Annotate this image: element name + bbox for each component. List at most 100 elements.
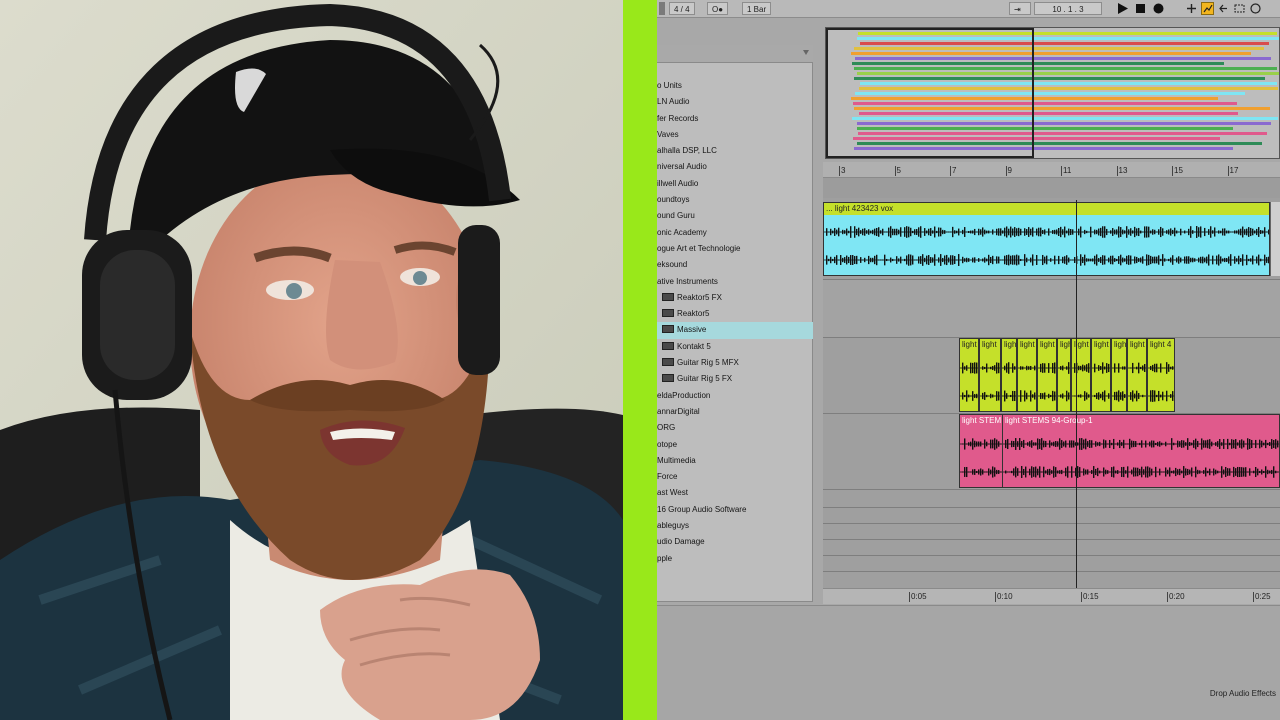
audio-clip-lime[interactable]: light — [1127, 338, 1147, 412]
browser-item[interactable]: niversal Audio — [657, 159, 813, 175]
browser-item-label: Kontakt 5 — [677, 341, 711, 351]
browser-item[interactable]: Force — [657, 469, 813, 485]
browser-item[interactable]: illwell Audio — [657, 176, 813, 192]
audio-clip-lime[interactable]: light — [1091, 338, 1111, 412]
audio-clip-lime[interactable]: light — [1057, 338, 1071, 412]
audio-clip-lime[interactable]: light — [959, 338, 979, 412]
waveform-sample — [1206, 256, 1208, 264]
waveform-sample — [1150, 230, 1152, 234]
browser-item[interactable]: Reaktor5 FX — [657, 290, 813, 306]
browser-item[interactable]: Vaves — [657, 127, 813, 143]
waveform-sample — [1069, 440, 1071, 448]
waveform-sample — [962, 471, 964, 473]
browser-item[interactable]: ative Instruments — [657, 274, 813, 290]
browser-item[interactable]: fer Records — [657, 111, 813, 127]
waveform-sample — [878, 259, 880, 261]
overdub-icon[interactable] — [1185, 2, 1198, 15]
clip-scrollbar[interactable] — [1270, 202, 1280, 276]
browser-item[interactable]: ound Guru — [657, 208, 813, 224]
back-to-arrangement-icon[interactable] — [1217, 2, 1230, 15]
waveform-sample — [1145, 440, 1147, 448]
browser-item[interactable]: ableguys — [657, 518, 813, 534]
device-view[interactable]: Drop Audio Effects — [657, 605, 1280, 720]
audio-clip-lime[interactable]: light 4 — [1147, 338, 1175, 412]
arrangement-position-icon[interactable]: ⇥ — [1009, 2, 1031, 15]
waveform-sample — [1171, 470, 1173, 474]
time-ruler[interactable]: 0:05 0:10 0:15 0:20 0:25 — [823, 588, 1280, 604]
play-icon[interactable] — [1116, 2, 1129, 15]
chevron-down-icon[interactable] — [803, 50, 809, 55]
waveform-sample — [1119, 439, 1121, 449]
playhead[interactable] — [1076, 200, 1077, 590]
track-lane-c[interactable] — [823, 524, 1280, 540]
stop-icon[interactable] — [1134, 2, 1147, 15]
waveform-sample — [1273, 440, 1275, 448]
audio-clip-pink-2[interactable]: light STEMS 94-Group-1 — [1002, 414, 1280, 488]
browser-item[interactable]: oundtoys — [657, 192, 813, 208]
waveform-sample — [1121, 442, 1123, 446]
waveform-sample — [896, 256, 898, 264]
audio-clip-lime[interactable]: light — [1017, 338, 1037, 412]
track-lane-d[interactable] — [823, 540, 1280, 556]
track-lane-pink[interactable]: light STEM light STEMS 94-Group-1 — [823, 414, 1280, 490]
audio-clip-lime[interactable]: light — [1071, 338, 1091, 412]
browser-item[interactable]: Reaktor5 — [657, 306, 813, 322]
overview-view-window[interactable] — [826, 28, 1034, 158]
browser-item[interactable]: onic Academy — [657, 225, 813, 241]
browser-item[interactable]: LN Audio — [657, 94, 813, 110]
loop-icon[interactable] — [1233, 2, 1246, 15]
browser-item[interactable]: Kontakt 5 — [657, 339, 813, 355]
waveform-sample — [1011, 470, 1013, 474]
browser-item[interactable]: Multimedia — [657, 453, 813, 469]
song-position-field[interactable]: 10 . 1 . 3 — [1034, 2, 1102, 15]
browser-item[interactable]: eksound — [657, 257, 813, 273]
browser-item[interactable]: Massive — [657, 322, 813, 339]
waveform-sample — [1182, 259, 1184, 261]
browser-item[interactable]: Guitar Rig 5 MFX — [657, 355, 813, 371]
waveform-sample — [990, 469, 992, 475]
quantize-menu[interactable]: 1 Bar — [742, 2, 772, 15]
track-lane-e[interactable] — [823, 556, 1280, 572]
arrangement-overview[interactable] — [825, 27, 1280, 159]
waveform-sample — [1044, 229, 1046, 235]
waveform-sample — [1124, 394, 1126, 398]
audio-clip-lime[interactable]: light — [1001, 338, 1017, 412]
browser-item[interactable]: eldaProduction — [657, 388, 813, 404]
audio-clip-pink-1[interactable]: light STEM — [959, 414, 1003, 488]
browser-item[interactable]: 16 Group Audio Software — [657, 502, 813, 518]
punch-icon[interactable] — [1249, 2, 1262, 15]
waveform-sample — [1181, 470, 1183, 474]
browser-item[interactable]: Guitar Rig 5 FX — [657, 371, 813, 387]
track-lane-a[interactable] — [823, 490, 1280, 508]
browser-item[interactable]: pple — [657, 551, 813, 567]
time-signature-field[interactable]: 4 / 4 — [669, 2, 695, 15]
follow-icon[interactable] — [659, 2, 665, 15]
audio-clip-lime[interactable]: light — [1111, 338, 1127, 412]
record-icon[interactable] — [1152, 2, 1165, 15]
automation-arm-icon[interactable] — [1201, 2, 1214, 15]
audio-clip-vox[interactable]: ... light 423423 vox — [823, 202, 1270, 276]
browser-item[interactable]: annarDigital — [657, 404, 813, 420]
browser-header — [657, 45, 813, 63]
audio-clip-lime[interactable]: light — [1037, 338, 1057, 412]
waveform-sample — [1172, 391, 1174, 401]
track-lane-empty[interactable] — [823, 280, 1280, 338]
beat-ruler[interactable]: 3 5 7 9 11 13 15 17 — [823, 162, 1280, 178]
track-lane-b[interactable] — [823, 508, 1280, 524]
track-lane-vox[interactable]: ... light 423423 vox — [823, 198, 1280, 280]
browser-item[interactable]: ORG — [657, 420, 813, 436]
metronome-button[interactable]: O● — [707, 2, 729, 15]
waveform-sample — [1106, 259, 1108, 261]
audio-clip-lime[interactable]: light — [979, 338, 1001, 412]
browser-item[interactable]: udio Damage — [657, 534, 813, 550]
browser-item[interactable]: otope — [657, 437, 813, 453]
track-lane-lime[interactable]: light light light light light light light light… — [823, 338, 1280, 414]
waveform-sample — [1187, 438, 1189, 450]
browser-item[interactable]: ogue Art et Technologie — [657, 241, 813, 257]
browser-item[interactable]: alhalla DSP, LLC — [657, 143, 813, 159]
browser-item[interactable]: o Units — [657, 78, 813, 94]
browser-item[interactable]: ast West — [657, 485, 813, 501]
waveform-sample — [1116, 229, 1118, 235]
waveform-sample — [1082, 231, 1084, 233]
waveform-sample — [1028, 259, 1030, 261]
